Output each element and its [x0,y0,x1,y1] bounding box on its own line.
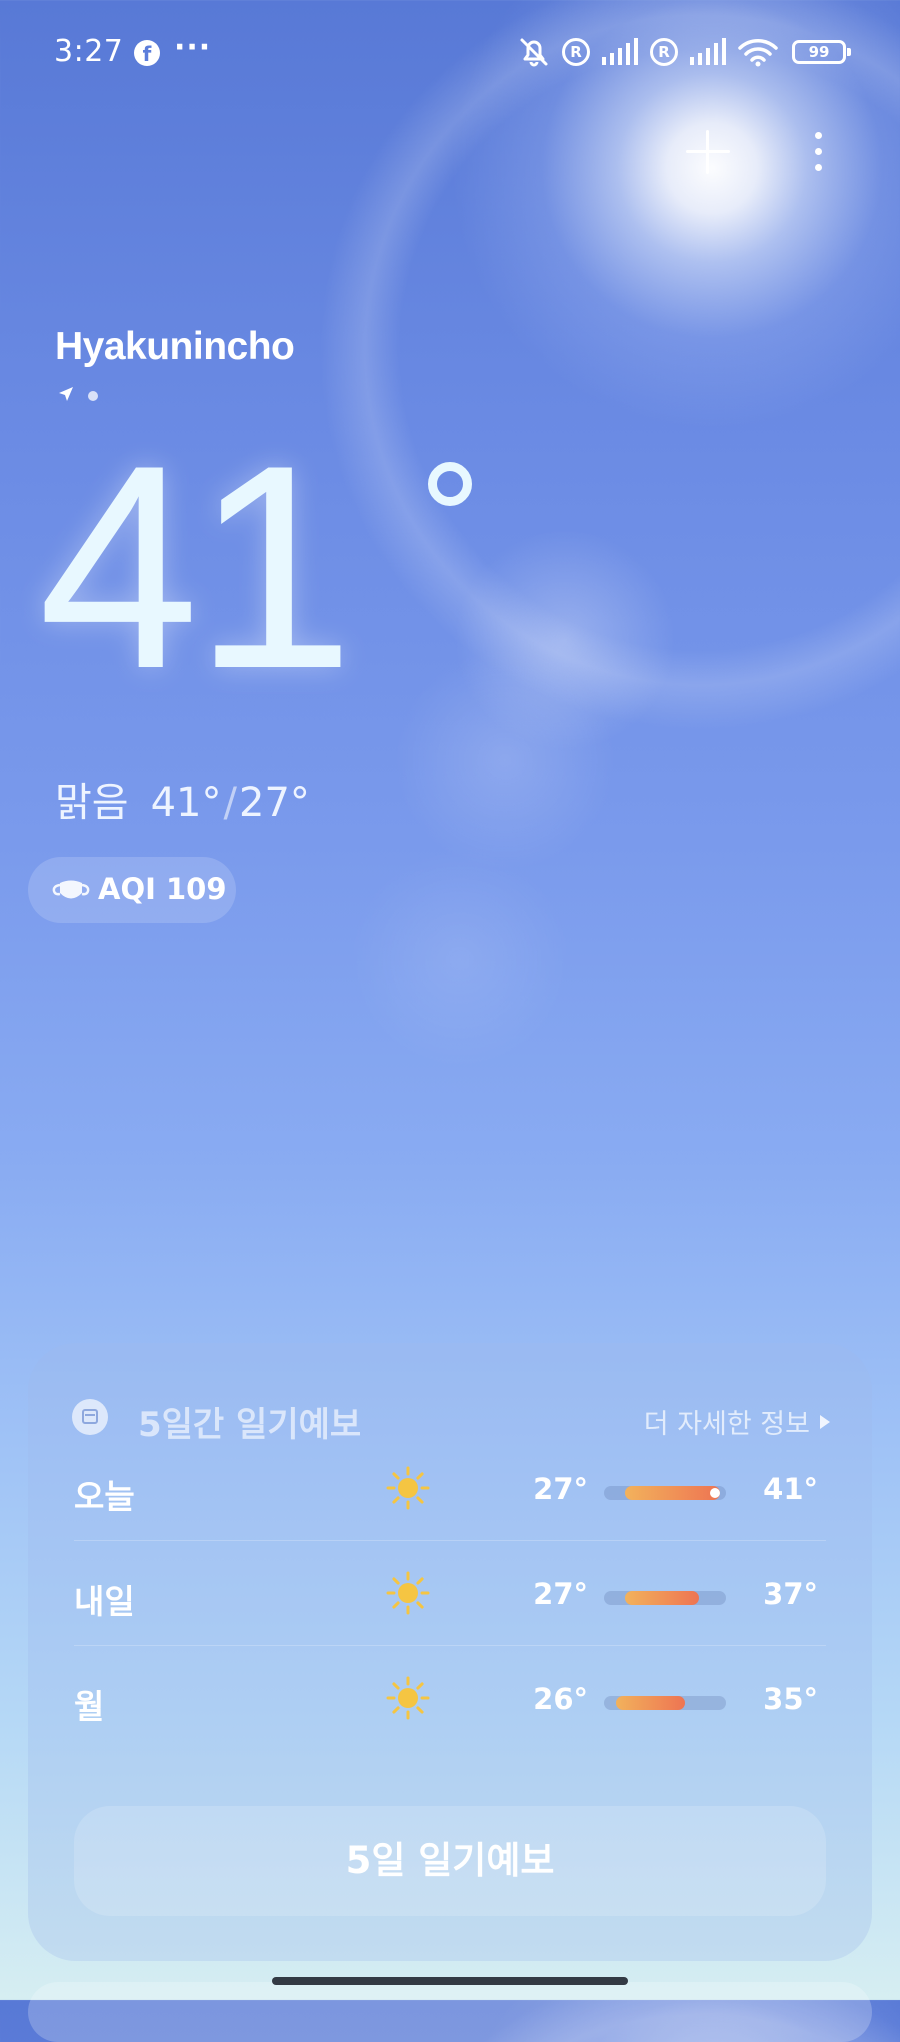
temperature-range-bar [604,1486,726,1500]
battery-icon: 99 [792,40,851,64]
next-card [28,1982,872,2042]
sun-icon [386,1466,430,1514]
temp-separator: / [223,780,237,826]
low-temp: 27° [239,780,310,826]
facebook-icon: f [134,40,160,66]
forecast-row[interactable]: 월 26° 35° [74,1646,826,1751]
calendar-icon [72,1399,108,1435]
status-time: 3:27 [54,34,124,69]
sun-icon [386,1676,430,1724]
menu-dot [815,148,822,155]
high-temp: 41° [150,780,222,826]
status-bar: 3:27 f ··· R R 99 [0,0,900,108]
registered-icon: R [562,38,590,66]
range-fill [624,1486,720,1500]
condition-text: 맑음 [55,780,129,826]
chevron-right-icon [820,1414,830,1429]
mask-icon [52,877,90,909]
forecast-row[interactable]: 내일 27° 37° [74,1541,826,1646]
signal-icon [600,38,640,66]
forecast-low: 26° [533,1682,588,1716]
aqi-chip[interactable]: AQI 109 [28,857,236,923]
add-city-button[interactable] [686,130,730,174]
degree-symbol-icon [428,462,472,506]
registered-icon: R [650,38,678,66]
forecast-low: 27° [533,1472,588,1506]
home-indicator[interactable] [272,1977,628,1985]
range-fill [616,1696,685,1710]
temperature-range-bar [604,1591,726,1605]
current-temp-marker [709,1488,720,1498]
forecast-day: 월 [74,1687,105,1726]
muted-bell-icon [516,34,552,70]
forecast-high: 35° [763,1682,818,1716]
aqi-label: AQI 109 [98,872,227,906]
range-fill [624,1591,700,1605]
more-notifications-icon: ··· [174,30,212,65]
overflow-menu-button[interactable] [810,130,826,174]
page-indicator-dot [88,391,98,401]
forecast-card: 5일간 일기예보 더 자세한 정보 오늘 27° 41° 내일 27° 37° … [28,1343,872,1961]
location-title[interactable]: Hyakunincho [55,325,295,369]
system-status-icons: R R 99 [516,34,851,70]
forecast-day: 오늘 [74,1477,135,1516]
sun-icon [386,1571,430,1619]
current-temperature: 41 [38,405,355,729]
current-condition: 맑음 41° / 27° [55,770,310,828]
forecast-day: 내일 [74,1582,135,1621]
signal-icon [688,38,728,66]
forecast-row[interactable]: 오늘 27° 41° [74,1436,826,1541]
forecast-high: 37° [763,1577,818,1611]
temperature-range-bar [604,1696,726,1710]
five-day-forecast-button[interactable]: 5일 일기예보 [74,1806,826,1916]
forecast-low: 27° [533,1577,588,1611]
menu-dot [815,132,822,139]
wifi-icon [738,37,778,67]
menu-dot [815,164,822,171]
forecast-high: 41° [763,1472,818,1506]
